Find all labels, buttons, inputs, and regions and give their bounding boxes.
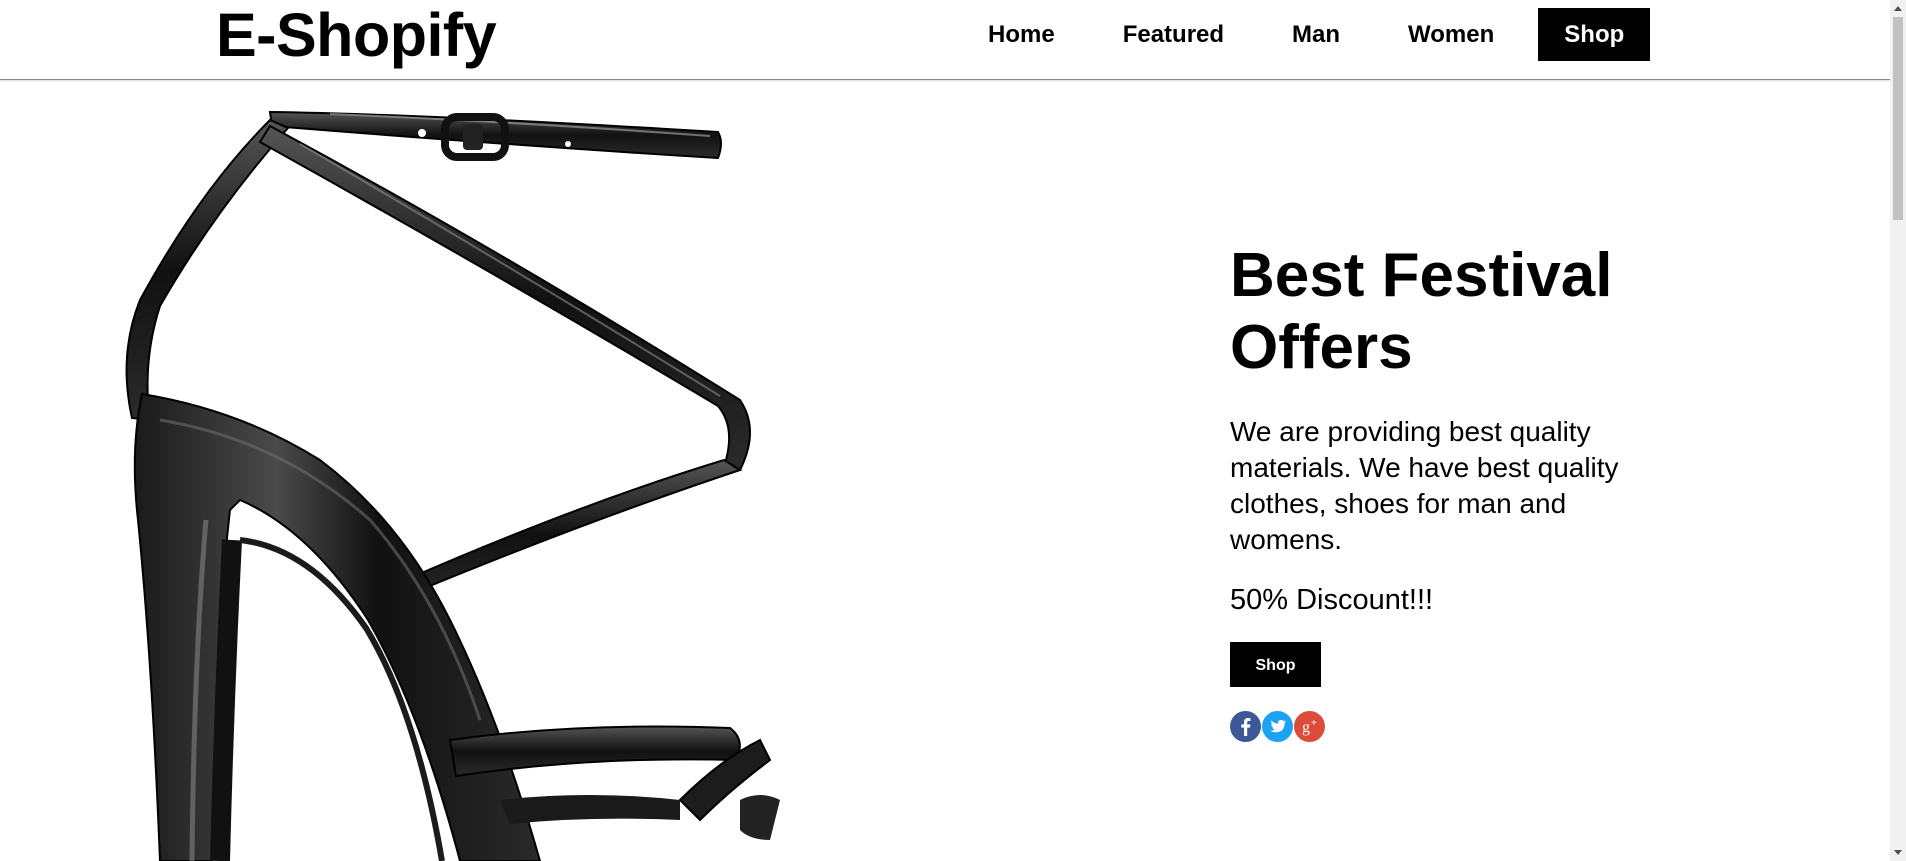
page: E-Shopify Home Featured Man Women Shop B… — [0, 0, 1906, 861]
hero-description: We are providing best quality materials.… — [1230, 416, 1619, 555]
nav-shop[interactable]: Shop — [1538, 8, 1651, 61]
google-plus-icon[interactable]: g + — [1294, 711, 1325, 742]
main-nav: Home Featured Man Women Shop — [964, 8, 1651, 61]
hero-title: Best Festival Offers — [1230, 241, 1613, 382]
hero-discount: 50% Discount!!! — [1230, 584, 1434, 616]
nav-featured[interactable]: Featured — [1099, 8, 1248, 61]
scroll-down-arrow-icon[interactable] — [1890, 845, 1906, 861]
site-logo[interactable]: E-Shopify — [216, 2, 497, 68]
nav-home[interactable]: Home — [964, 8, 1079, 61]
shop-button[interactable]: Shop — [1230, 642, 1321, 687]
hero-content: Best Festival Offers We are providing be… — [1230, 240, 1690, 742]
svg-text:+: + — [1311, 718, 1317, 729]
twitter-icon[interactable] — [1262, 711, 1293, 742]
scroll-up-arrow-icon[interactable] — [1890, 0, 1906, 16]
nav-man[interactable]: Man — [1268, 8, 1364, 61]
facebook-icon[interactable] — [1230, 711, 1261, 742]
site-header: E-Shopify Home Featured Man Women Shop — [0, 0, 1890, 80]
scrollbar-thumb[interactable] — [1893, 17, 1903, 220]
hero-product-image — [120, 100, 920, 861]
social-links: g + — [1230, 711, 1690, 742]
vertical-scrollbar[interactable] — [1890, 0, 1906, 861]
svg-text:g: g — [1302, 719, 1310, 736]
nav-women[interactable]: Women — [1384, 8, 1518, 61]
